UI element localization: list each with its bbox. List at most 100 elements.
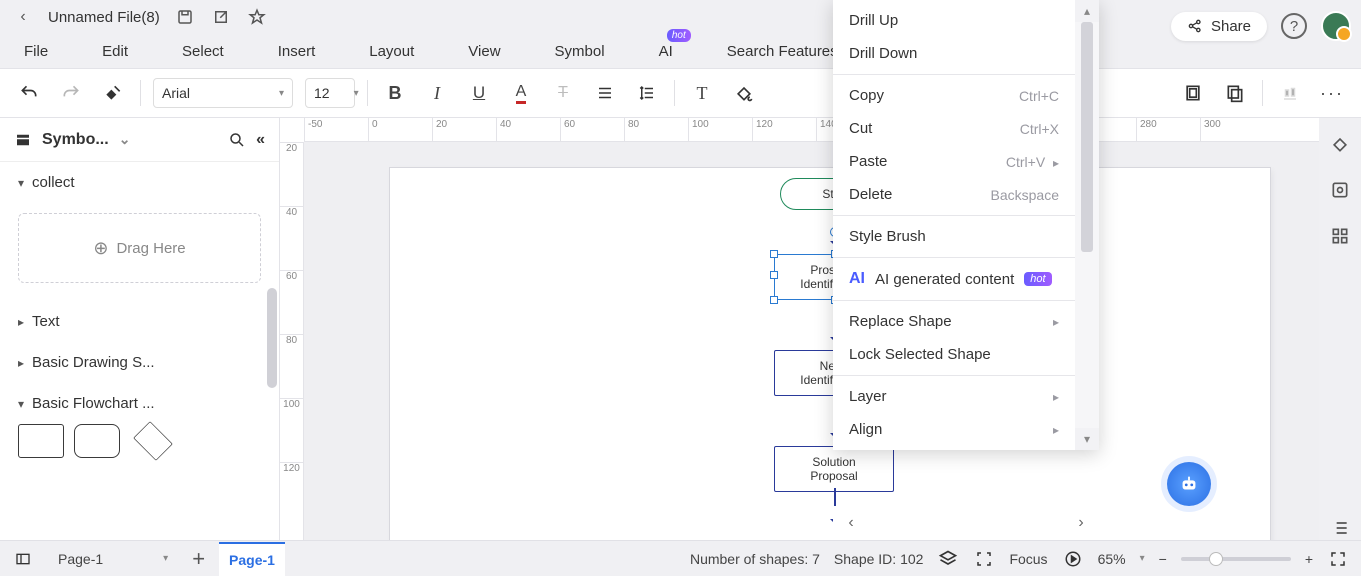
menu-edit[interactable]: Edit (102, 43, 128, 60)
fill-icon[interactable] (729, 78, 759, 108)
chevron-down-icon[interactable]: ▾ (1140, 553, 1145, 564)
focus-label[interactable]: Focus (1009, 551, 1047, 567)
help-icon[interactable]: ? (1281, 13, 1307, 39)
shape-rect[interactable] (18, 424, 64, 458)
zoom-value[interactable]: 65% (1098, 551, 1126, 567)
cm-align[interactable]: Align▸ (833, 413, 1075, 446)
font-color-icon[interactable]: A (506, 78, 536, 108)
zoom-slider[interactable] (1181, 557, 1291, 561)
main-area: Symbo... ⌄ « ▾collect ⊕ Drag Here ▸Text … (0, 118, 1361, 540)
cm-layer[interactable]: Layer▸ (833, 380, 1075, 413)
settings-panel-icon[interactable] (1328, 178, 1352, 202)
sidebar-scrollbar[interactable] (267, 288, 277, 388)
cm-drill-up[interactable]: Drill Up (833, 4, 1075, 37)
canvas[interactable]: -50 0 20 40 60 80 100 120 140 260 280 30… (280, 118, 1319, 540)
drag-here-target[interactable]: ⊕ Drag Here (18, 213, 261, 283)
presentation-icon[interactable] (1062, 548, 1084, 570)
chevron-right-icon: ▸ (18, 356, 24, 370)
page-single-icon[interactable] (1178, 78, 1208, 108)
text-tool-icon[interactable]: T (687, 78, 717, 108)
save-icon[interactable] (174, 6, 196, 28)
symbols-sidebar: Symbo... ⌄ « ▾collect ⊕ Drag Here ▸Text … (0, 118, 280, 540)
more-icon[interactable]: ··· (1317, 78, 1347, 108)
menu-symbol[interactable]: Symbol (555, 43, 605, 60)
menu-search-features[interactable]: Search Features (727, 43, 838, 60)
back-icon[interactable]: ‹ (12, 6, 34, 28)
line-spacing-icon[interactable] (632, 78, 662, 108)
cm-style-brush[interactable]: Style Brush (833, 220, 1075, 253)
italic-icon[interactable]: I (422, 78, 452, 108)
pages-panel-icon[interactable] (12, 548, 34, 570)
page-multi-icon[interactable] (1220, 78, 1250, 108)
cm-lock-shape[interactable]: Lock Selected Shape (833, 338, 1075, 371)
prev-page-icon[interactable]: ‹ (841, 514, 861, 532)
share-label: Share (1211, 18, 1251, 35)
align-objects-icon[interactable] (1275, 78, 1305, 108)
assistant-bubble[interactable] (1167, 462, 1211, 506)
underline-icon[interactable]: U (464, 78, 494, 108)
undo-icon[interactable] (14, 78, 44, 108)
zoom-thumb[interactable] (1209, 552, 1223, 566)
submenu-icon: ▸ (1053, 315, 1059, 329)
zoom-in-button[interactable]: + (1305, 551, 1313, 567)
chevron-down-icon: ▾ (279, 88, 284, 99)
menu-layout[interactable]: Layout (369, 43, 414, 60)
page-dropdown[interactable]: Page-1▾ (48, 547, 178, 571)
fullscreen-icon[interactable] (1327, 548, 1349, 570)
menu-ai[interactable]: AIhot (659, 43, 673, 60)
section-text[interactable]: ▸Text (0, 301, 279, 342)
section-collect[interactable]: ▾collect (0, 162, 279, 203)
menu-insert[interactable]: Insert (278, 43, 316, 60)
fill-panel-icon[interactable] (1328, 132, 1352, 156)
scrollbar-thumb[interactable] (1081, 22, 1093, 252)
list-panel-icon[interactable] (1328, 516, 1352, 540)
robot-icon (1178, 473, 1200, 495)
active-page-tab[interactable]: Page-1 (219, 542, 285, 576)
cm-drill-down[interactable]: Drill Down (833, 37, 1075, 70)
node-solution[interactable]: SolutionProposal (774, 446, 894, 492)
align-icon[interactable] (590, 78, 620, 108)
add-page-button[interactable]: + (192, 546, 205, 572)
share-button[interactable]: Share (1171, 12, 1267, 41)
menu-bar: File Edit Select Insert Layout View Symb… (0, 34, 1361, 68)
redo-icon[interactable] (56, 78, 86, 108)
shape-id: Shape ID: 102 (834, 551, 924, 567)
section-basic-flowchart[interactable]: ▾Basic Flowchart ... (0, 383, 279, 424)
chevron-double-down-icon[interactable]: ⌄ (119, 131, 131, 148)
menu-file[interactable]: File (24, 43, 48, 60)
avatar[interactable] (1321, 11, 1351, 41)
cm-replace-shape[interactable]: Replace Shape▸ (833, 305, 1075, 338)
resize-handle[interactable] (770, 296, 778, 304)
bold-icon[interactable]: B (380, 78, 410, 108)
menu-view[interactable]: View (468, 43, 500, 60)
shape-round-rect[interactable] (74, 424, 120, 458)
menu-scroll-up-icon[interactable]: ▴ (1075, 0, 1099, 22)
menu-select[interactable]: Select (182, 43, 224, 60)
status-bar: Page-1▾ + Page-1 Number of shapes: 7 Sha… (0, 540, 1361, 576)
next-page-icon[interactable]: › (1071, 514, 1091, 532)
export-icon[interactable] (210, 6, 232, 28)
search-icon[interactable] (228, 131, 246, 149)
font-size-select[interactable]: 12▾ (305, 78, 355, 108)
cm-delete[interactable]: DeleteBackspace (833, 178, 1075, 211)
clear-format-icon[interactable]: T (548, 78, 578, 108)
resize-handle[interactable] (770, 250, 778, 258)
collapse-sidebar-icon[interactable]: « (256, 131, 265, 149)
page-surface[interactable]: Start ProspectIdentification NeedIdentif… (390, 168, 1270, 540)
layers-icon[interactable] (937, 548, 959, 570)
shape-diamond[interactable] (133, 421, 173, 461)
zoom-out-button[interactable]: − (1159, 551, 1167, 567)
cm-ai-generated[interactable]: AIAI generated contenthot (833, 262, 1075, 296)
cm-copy[interactable]: CopyCtrl+C (833, 79, 1075, 112)
cm-cut[interactable]: CutCtrl+X (833, 112, 1075, 145)
font-family-select[interactable]: Arial▾ (153, 78, 293, 108)
format-painter-icon[interactable] (98, 78, 128, 108)
cm-paste[interactable]: PasteCtrl+V ▸ (833, 145, 1075, 178)
star-icon[interactable] (246, 6, 268, 28)
grid-panel-icon[interactable] (1328, 224, 1352, 248)
resize-handle[interactable] (770, 271, 778, 279)
section-basic-drawing[interactable]: ▸Basic Drawing S... (0, 342, 279, 383)
menu-scrollbar[interactable] (1075, 22, 1099, 428)
menu-scroll-down-icon[interactable]: ▾ (1075, 428, 1099, 450)
focus-icon[interactable] (973, 548, 995, 570)
